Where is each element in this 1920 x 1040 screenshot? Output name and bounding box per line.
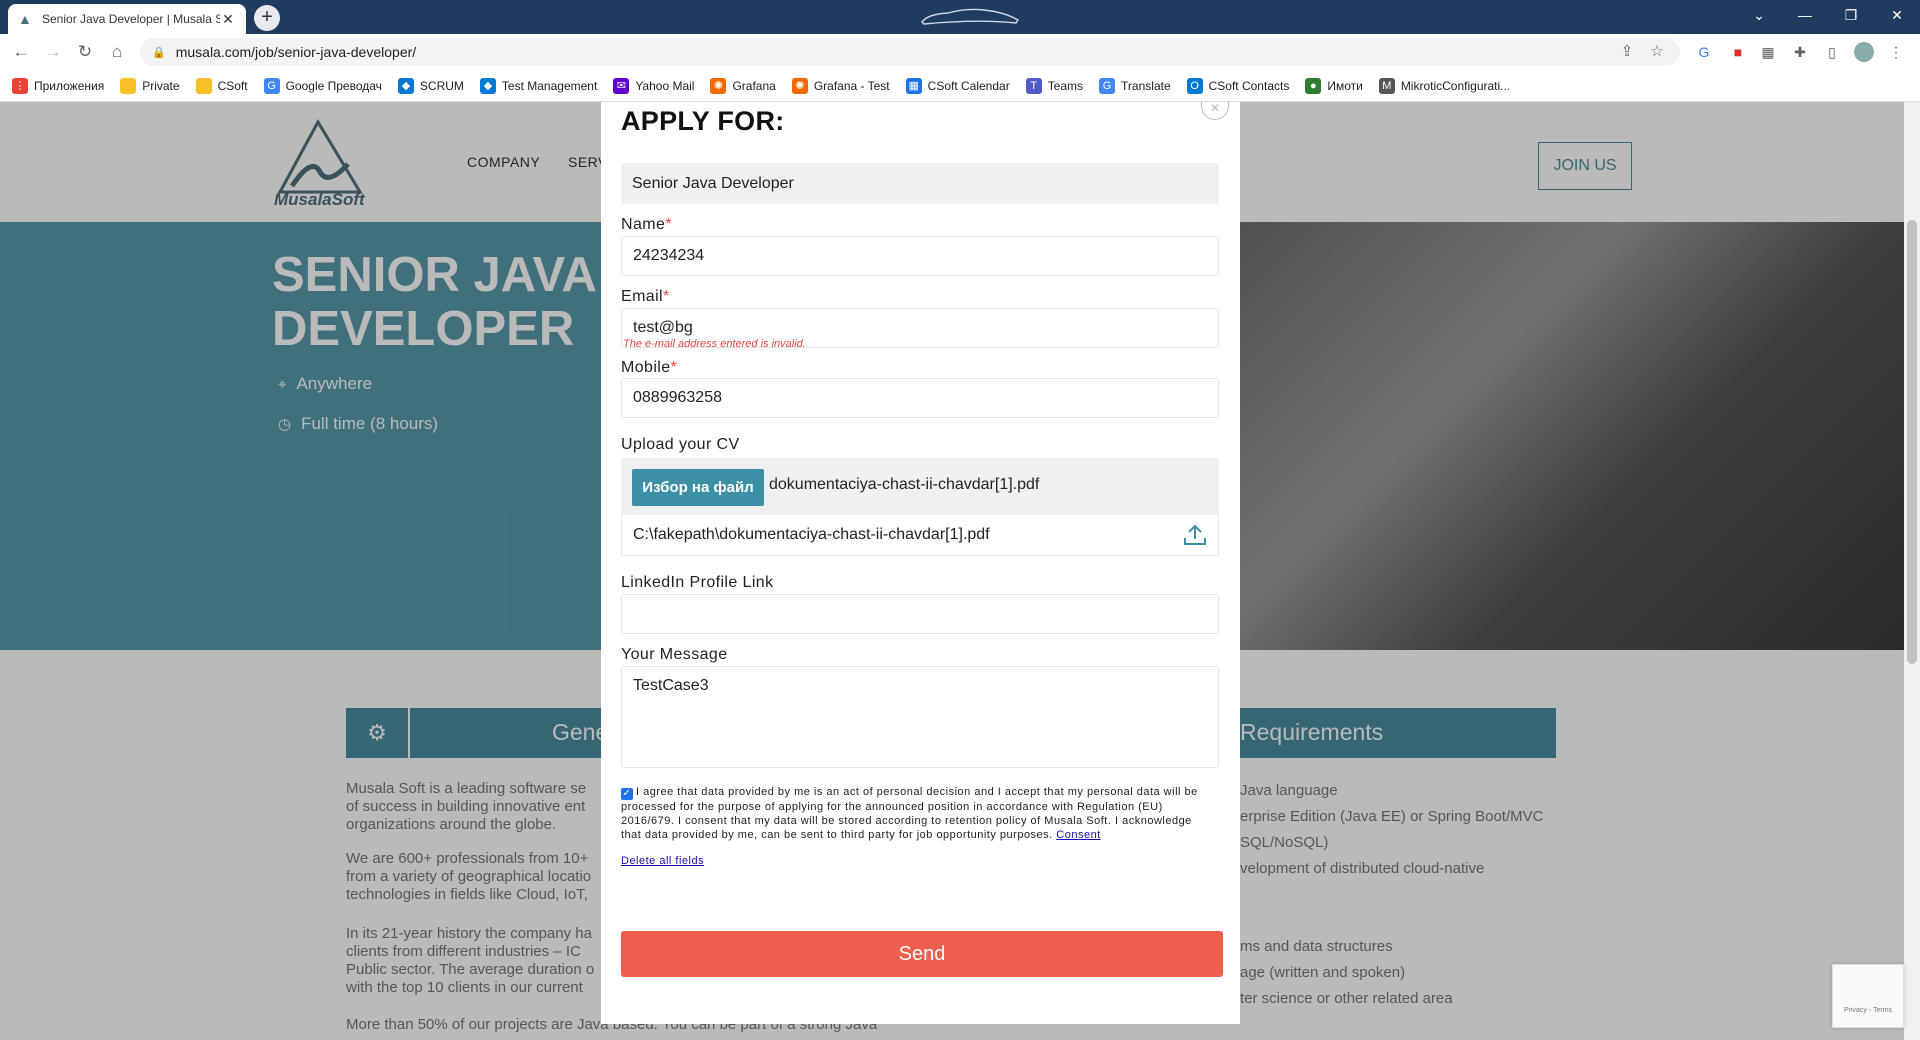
bookmark-google-translate[interactable]: G Google Преводач bbox=[263, 77, 382, 94]
new-tab-button[interactable]: + bbox=[254, 5, 280, 31]
yahoo-mail-icon: ✉ bbox=[613, 77, 630, 94]
job-field: Senior Java Developer bbox=[621, 163, 1219, 204]
share-icon[interactable]: ⇪ bbox=[1616, 38, 1638, 66]
calendar-icon: ▦ bbox=[905, 77, 922, 94]
close-window-button[interactable]: ✕ bbox=[1874, 0, 1920, 30]
email-label: Email* bbox=[621, 288, 670, 305]
extension-icon[interactable]: ▦ bbox=[1758, 42, 1778, 62]
minimize-button[interactable]: — bbox=[1782, 0, 1828, 30]
browser-toolbar: ← → ↻ ⌂ 🔒 musala.com/job/senior-java-dev… bbox=[0, 34, 1920, 70]
bookmark-mikrotik[interactable]: M MikroticConfigurati... bbox=[1378, 77, 1510, 94]
scrollbar-thumb[interactable] bbox=[1907, 220, 1917, 664]
extension-badge-icon[interactable]: ■ bbox=[1728, 42, 1748, 62]
message-field[interactable]: TestCase3 bbox=[621, 666, 1219, 768]
google-translate-icon: G bbox=[263, 77, 280, 94]
bookmark-teams[interactable]: T Teams bbox=[1025, 77, 1083, 94]
bookmark-yahoo-mail[interactable]: ✉ Yahoo Mail bbox=[613, 77, 694, 94]
bookmark-csoft-calendar[interactable]: ▦ CSoft Calendar bbox=[905, 77, 1010, 94]
bookmark-star-icon[interactable]: ☆ bbox=[1646, 38, 1668, 66]
bookmark-test-management[interactable]: ◆ Test Management bbox=[479, 77, 597, 94]
tab-title: Senior Java Developer | Musala S bbox=[42, 12, 220, 26]
folder-icon bbox=[195, 77, 212, 94]
upload-icon[interactable] bbox=[1182, 522, 1208, 548]
url-text: musala.com/job/senior-java-developer/ bbox=[175, 44, 417, 60]
email-error: The e-mail address entered is invalid. bbox=[623, 338, 806, 350]
tab-close-icon[interactable]: ✕ bbox=[220, 11, 236, 28]
page-scrollbar[interactable] bbox=[1904, 102, 1920, 1040]
modal-title: APPLY FOR: bbox=[621, 106, 785, 136]
recaptcha-badge[interactable]: Privacy - Terms bbox=[1832, 964, 1904, 1028]
consent-text: ✓ I agree that data provided by me is an … bbox=[621, 786, 1198, 841]
mobile-label: Mobile* bbox=[621, 359, 678, 376]
consent-checkbox[interactable]: ✓ bbox=[621, 788, 633, 800]
teams-icon: T bbox=[1025, 77, 1042, 94]
browser-tab[interactable]: ▲ Senior Java Developer | Musala S ✕ bbox=[8, 4, 246, 34]
mikrotik-icon: M bbox=[1378, 77, 1395, 94]
bookmark-scrum[interactable]: ◆ SCRUM bbox=[397, 77, 464, 94]
grafana-icon: ✺ bbox=[710, 77, 727, 94]
file-path-field[interactable]: C:\fakepath\dokumentaciya-chast-ii-chavd… bbox=[621, 515, 1219, 556]
translate-extension-icon[interactable]: G bbox=[1694, 42, 1714, 62]
bookmark-csoft-contacts[interactable]: O CSoft Contacts bbox=[1186, 77, 1289, 94]
forward-icon[interactable]: → bbox=[42, 41, 64, 63]
bookmark-private[interactable]: Private bbox=[120, 77, 180, 94]
side-panel-icon[interactable]: ▯ bbox=[1822, 42, 1842, 62]
home-icon[interactable]: ⌂ bbox=[106, 41, 128, 63]
bookmark-grafana[interactable]: ✺ Grafana bbox=[710, 77, 776, 94]
menu-kebab-icon[interactable]: ⋮ bbox=[1886, 42, 1906, 62]
send-button[interactable]: Send bbox=[621, 931, 1223, 977]
file-name: dokumentaciya-chast-ii-chavdar[1].pdf bbox=[769, 476, 1040, 493]
message-label: Your Message bbox=[621, 646, 728, 663]
back-icon[interactable]: ← bbox=[10, 41, 32, 63]
apply-modal: APPLY FOR: ✕ Senior Java Developer Name*… bbox=[601, 102, 1240, 1024]
folder-icon bbox=[120, 77, 137, 94]
tab-search-icon[interactable]: ⌄ bbox=[1736, 0, 1782, 30]
musala-favicon-icon: ▲ bbox=[18, 11, 32, 27]
grafana-icon: ✺ bbox=[791, 77, 808, 94]
outlook-icon: O bbox=[1186, 77, 1203, 94]
restore-button[interactable]: ❐ bbox=[1828, 0, 1874, 30]
address-bar[interactable]: 🔒 musala.com/job/senior-java-developer/ … bbox=[140, 38, 1680, 66]
google-translate-icon: G bbox=[1099, 77, 1116, 94]
extensions-puzzle-icon[interactable]: ✚ bbox=[1790, 42, 1810, 62]
browser-tab-strip: ▲ Senior Java Developer | Musala S ✕ + ⌄… bbox=[0, 0, 1920, 34]
bookmark-csoft[interactable]: CSoft bbox=[195, 77, 248, 94]
azure-devops-icon: ◆ bbox=[479, 77, 496, 94]
cv-upload: Избор на файл dokumentaciya-chast-ii-cha… bbox=[621, 458, 1219, 515]
azure-devops-icon: ◆ bbox=[397, 77, 414, 94]
bookmark-grafana-test[interactable]: ✺ Grafana - Test bbox=[791, 77, 890, 94]
imoti-icon: ● bbox=[1305, 77, 1322, 94]
bookmark-imoti[interactable]: ● Имоти bbox=[1305, 77, 1363, 94]
choose-file-button[interactable]: Избор на файл bbox=[632, 469, 764, 506]
close-icon[interactable]: ✕ bbox=[1201, 102, 1229, 120]
cv-label: Upload your CV bbox=[621, 436, 740, 453]
name-field[interactable]: 24234234 bbox=[621, 236, 1219, 276]
linkedin-field[interactable] bbox=[621, 594, 1219, 634]
apps-grid-icon: ⋮ bbox=[12, 77, 28, 94]
consent-link[interactable]: Consent bbox=[1056, 829, 1100, 841]
theme-car-icon bbox=[921, 8, 1019, 25]
bookmark-translate[interactable]: G Translate bbox=[1099, 77, 1171, 94]
delete-all-fields-link[interactable]: Delete all fields bbox=[621, 855, 704, 867]
bookmarks-bar: ⋮ Приложения Private CSoft G Google Превод… bbox=[0, 70, 1920, 102]
name-label: Name* bbox=[621, 216, 672, 233]
bookmark-apps[interactable]: ⋮ Приложения bbox=[12, 77, 104, 94]
lock-icon: 🔒 bbox=[152, 46, 166, 59]
mobile-field[interactable]: 0889963258 bbox=[621, 378, 1219, 418]
reload-icon[interactable]: ↻ bbox=[74, 41, 96, 63]
linkedin-label: LinkedIn Profile Link bbox=[621, 574, 774, 591]
profile-avatar[interactable] bbox=[1854, 42, 1874, 62]
